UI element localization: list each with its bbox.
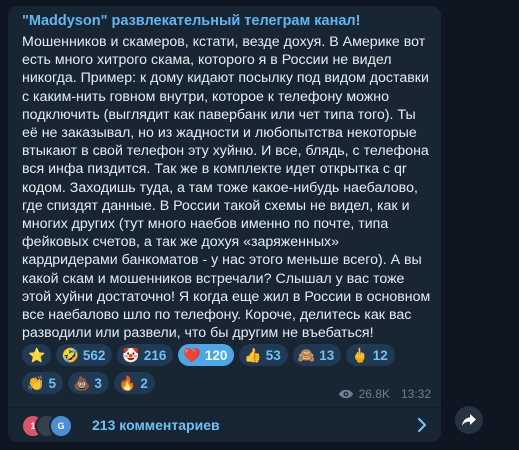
- reaction-count: 12: [372, 347, 388, 363]
- reaction-chip[interactable]: 🙈 13: [292, 344, 342, 366]
- chevron-right-icon: [417, 417, 427, 433]
- reaction-emoji: ⭐: [28, 347, 46, 363]
- reaction-count: 120: [204, 347, 228, 363]
- reaction-chip[interactable]: ⭐: [22, 344, 52, 366]
- commenter-avatar: G: [49, 414, 73, 438]
- reaction-count: 2: [140, 375, 148, 391]
- reaction-emoji: 👏: [27, 375, 45, 391]
- reaction-count: 13: [319, 347, 335, 363]
- reaction-chip[interactable]: 👏 5: [22, 372, 63, 394]
- reaction-count: 3: [94, 375, 102, 391]
- message-bubble[interactable]: "Maddyson" развлекательный телеграм кана…: [8, 6, 441, 442]
- reaction-chip[interactable]: 🤣 562: [56, 344, 113, 366]
- reaction-count: 5: [48, 375, 56, 391]
- post-text: Мошенников и скамеров, кстати, везде дох…: [22, 34, 431, 342]
- post-time: 13:32: [400, 387, 431, 401]
- commenter-avatars: 1G: [21, 414, 101, 438]
- eye-icon: [338, 389, 353, 399]
- views-count: 26.8K: [358, 387, 390, 401]
- reaction-emoji: 🤣: [61, 347, 79, 363]
- reaction-chip[interactable]: 🖕 12: [346, 344, 395, 366]
- reaction-emoji: ❤️: [183, 347, 201, 363]
- share-arrow-icon: [462, 414, 476, 426]
- reaction-count: 562: [82, 347, 106, 363]
- reaction-chip[interactable]: 🔥 2: [113, 372, 155, 394]
- channel-name[interactable]: "Maddyson" развлекательный телеграм кана…: [22, 13, 360, 29]
- reaction-chip[interactable]: ❤️ 120: [178, 344, 235, 366]
- reaction-emoji: 💩: [72, 375, 91, 391]
- reaction-chip[interactable]: 👍 53: [239, 344, 288, 366]
- reaction-chip[interactable]: 💩 3: [67, 372, 109, 394]
- message-meta: 26.8K 13:32: [338, 387, 431, 401]
- reaction-emoji: 🙈: [297, 347, 316, 363]
- reaction-emoji: 🔥: [118, 375, 137, 391]
- reaction-emoji: 🖕: [351, 347, 369, 363]
- reaction-chip[interactable]: 🤡 216: [117, 344, 174, 366]
- comments-button[interactable]: 1G 213 комментариев: [8, 408, 441, 442]
- reaction-count: 53: [265, 347, 281, 363]
- comments-label: 213 комментариев: [92, 417, 220, 433]
- reaction-emoji: 🤡: [122, 347, 140, 363]
- reaction-count: 216: [143, 347, 167, 363]
- share-button[interactable]: [455, 406, 483, 434]
- reaction-emoji: 👍: [244, 347, 262, 363]
